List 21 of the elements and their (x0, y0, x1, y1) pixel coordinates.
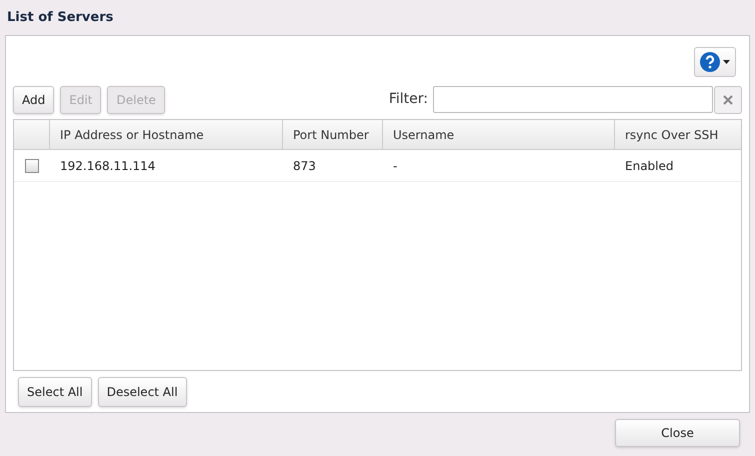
column-header[interactable]: rsync Over SSH (625, 126, 718, 144)
help-icon (700, 52, 720, 72)
close-icon (723, 94, 733, 104)
window-title: List of Servers (6, 8, 114, 27)
table-cell: 873 (293, 158, 316, 172)
row-checkbox[interactable] (25, 158, 39, 172)
help-button[interactable] (694, 47, 736, 77)
toolbar-button[interactable]: Add (13, 86, 54, 114)
close-button[interactable]: Close (615, 419, 740, 447)
table-cell: 192.168.11.114 (60, 158, 156, 172)
table-cell: Enabled (625, 158, 674, 172)
clear-filter-button[interactable] (714, 86, 742, 114)
column-header[interactable]: Username (393, 126, 454, 144)
caret-icon (723, 60, 730, 64)
column-header[interactable]: IP Address or Hostname (60, 126, 204, 144)
selection-button[interactable]: Select All (18, 377, 92, 407)
filter-label: Filter: (388, 90, 428, 109)
column-header[interactable]: Port Number (293, 126, 369, 144)
table-cell: - (393, 158, 398, 172)
filter-field[interactable] (433, 86, 713, 113)
selection-button[interactable]: Deselect All (98, 377, 187, 407)
